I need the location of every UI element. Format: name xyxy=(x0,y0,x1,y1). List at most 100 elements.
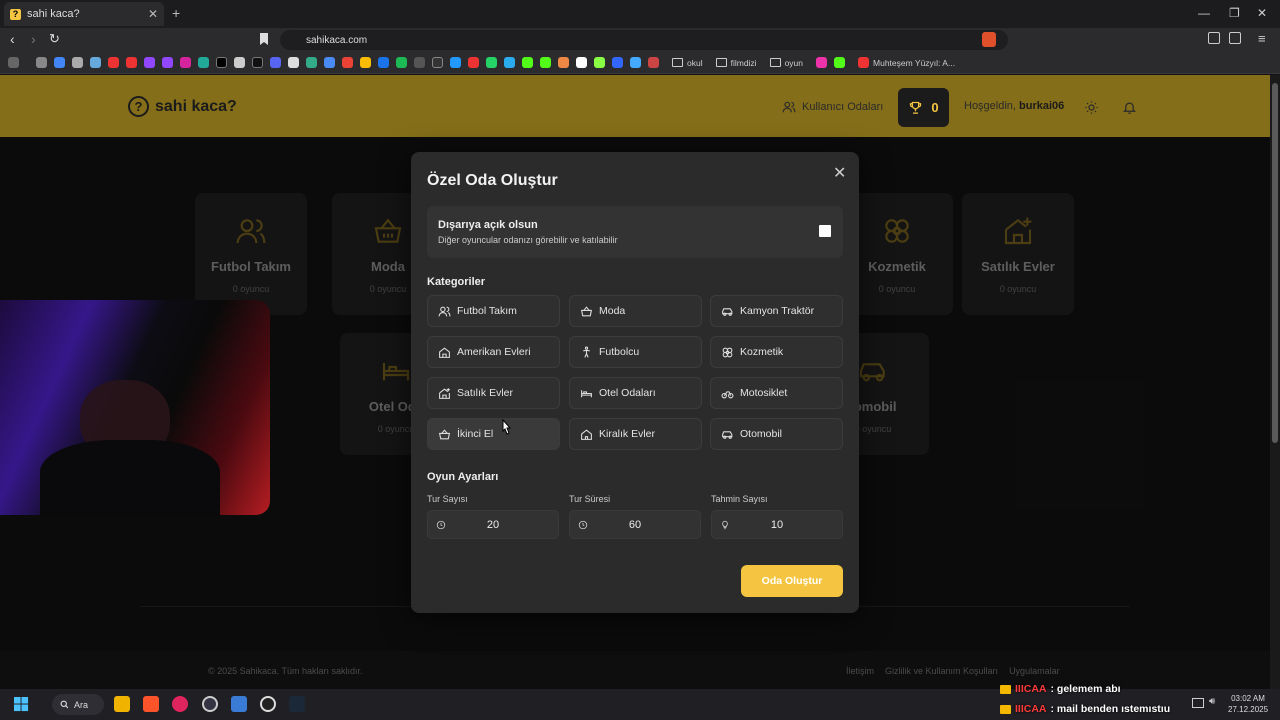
tiktok-icon[interactable] xyxy=(252,57,263,68)
category-button-otomobil[interactable]: Otomobil xyxy=(710,418,843,450)
apps-icon[interactable] xyxy=(8,57,19,68)
browser-tab-bar: ? sahi kaca? ✕ + — ❐ ✕ xyxy=(0,0,1280,28)
category-button-kiralik-evler[interactable]: Kiralık Evler xyxy=(569,418,702,450)
bookmark-last[interactable]: Muhteşem Yüzyıl: A... xyxy=(858,57,955,68)
minimize-icon[interactable]: — xyxy=(1198,6,1210,20)
bookmark-icon[interactable] xyxy=(72,57,83,68)
back-icon[interactable]: ‹ xyxy=(10,31,15,47)
bookmark-icon[interactable] xyxy=(260,33,268,45)
bookmark-icon[interactable] xyxy=(612,57,623,68)
user-rooms-link[interactable]: Kullanıcı Odaları xyxy=(782,100,883,114)
file-explorer-icon[interactable] xyxy=(114,696,130,712)
bookmark-icon[interactable] xyxy=(594,57,605,68)
instagram-icon[interactable] xyxy=(180,57,191,68)
bookmark-icon[interactable] xyxy=(378,57,389,68)
discord-icon[interactable] xyxy=(270,57,281,68)
youtube-icon[interactable] xyxy=(108,57,119,68)
bookmark-folder-okul[interactable]: okul xyxy=(672,58,703,68)
app-icon[interactable] xyxy=(202,696,218,712)
windows-start-icon[interactable] xyxy=(14,697,29,712)
extensions-icon[interactable] xyxy=(1208,32,1220,44)
kick-icon[interactable] xyxy=(540,57,551,68)
kick-icon[interactable] xyxy=(522,57,533,68)
google-icon[interactable] xyxy=(54,57,65,68)
browser-tab[interactable]: ? sahi kaca? ✕ xyxy=(4,2,164,26)
bookmark-icon[interactable] xyxy=(288,57,299,68)
bookmark-icon[interactable] xyxy=(558,57,569,68)
bell-icon[interactable] xyxy=(1122,100,1137,115)
public-checkbox[interactable] xyxy=(819,225,831,237)
bookmark-icon[interactable] xyxy=(450,57,461,68)
sidebar-icon[interactable] xyxy=(1229,32,1241,44)
menu-icon[interactable]: ≡ xyxy=(1258,31,1266,46)
bookmark-icon[interactable] xyxy=(198,57,209,68)
category-button-kamyon-traktor[interactable]: Kamyon Traktör xyxy=(710,295,843,327)
steam-icon[interactable] xyxy=(289,696,305,712)
bookmark-icon[interactable] xyxy=(576,57,587,68)
category-button-kozmetik[interactable]: Kozmetik xyxy=(710,336,843,368)
twitch-icon[interactable] xyxy=(144,57,155,68)
reload-icon[interactable]: ↻ xyxy=(49,31,60,47)
maximize-icon[interactable]: ❐ xyxy=(1229,6,1240,20)
close-icon[interactable]: ✕ xyxy=(833,163,846,183)
bookmark-icon[interactable] xyxy=(468,57,479,68)
bookmark-icon[interactable] xyxy=(324,57,335,68)
brave-shield-icon[interactable] xyxy=(982,32,996,47)
bookmark-icon[interactable] xyxy=(414,57,425,68)
bookmark-icon[interactable] xyxy=(90,57,101,68)
drive-icon[interactable] xyxy=(360,57,371,68)
github-icon[interactable] xyxy=(432,57,443,68)
volume-icon[interactable]: 🔊︎ xyxy=(1209,696,1215,707)
site-logo[interactable]: ? sahi kaca? xyxy=(128,96,237,117)
bookmark-icon[interactable] xyxy=(648,57,659,68)
display-icon[interactable] xyxy=(1192,698,1204,708)
system-clock[interactable]: 03:02 AM 27.12.2025 xyxy=(1228,693,1268,715)
close-tab-icon[interactable]: ✕ xyxy=(148,7,158,21)
bookmark-icon[interactable] xyxy=(306,57,317,68)
media-player-icon[interactable] xyxy=(172,696,188,712)
page-scrollbar[interactable] xyxy=(1270,75,1280,689)
category-button-amerikan-evleri[interactable]: Amerikan Evleri xyxy=(427,336,560,368)
youtube-icon[interactable] xyxy=(126,57,137,68)
category-button-satilik-evler[interactable]: Satılık Evler xyxy=(427,377,560,409)
spotify-icon[interactable] xyxy=(396,57,407,68)
public-toggle-box[interactable]: Dışarıya açık olsun Diğer oyuncular odan… xyxy=(427,206,843,258)
trophy-button[interactable]: 0 xyxy=(898,88,949,127)
kick-icon[interactable] xyxy=(834,57,846,68)
category-button-otel-odalari[interactable]: Otel Odaları xyxy=(569,377,702,409)
category-button-futbolcu[interactable]: Futbolcu xyxy=(569,336,702,368)
gmail-icon[interactable] xyxy=(342,57,353,68)
category-button-motosiklet[interactable]: Motosiklet xyxy=(710,377,843,409)
address-bar[interactable]: sahikaca.com xyxy=(280,30,1008,50)
scroll-thumb[interactable] xyxy=(1272,83,1278,443)
create-room-button[interactable]: Oda Oluştur xyxy=(741,565,843,597)
x-icon[interactable] xyxy=(216,57,227,68)
webcam-overlay xyxy=(0,300,270,515)
bookmark-icon[interactable] xyxy=(816,57,828,68)
duration-input[interactable]: 60 xyxy=(569,510,701,539)
telegram-icon[interactable] xyxy=(504,57,515,68)
users-icon xyxy=(438,306,451,316)
bookmark-icon[interactable] xyxy=(234,57,245,68)
twitch-icon[interactable] xyxy=(162,57,173,68)
obs-icon[interactable] xyxy=(260,696,276,712)
photos-icon[interactable] xyxy=(231,696,247,712)
history-icon[interactable] xyxy=(36,57,47,68)
forward-icon[interactable]: › xyxy=(31,31,36,47)
brave-icon[interactable] xyxy=(143,696,159,712)
bookmark-icon[interactable] xyxy=(630,57,641,68)
whatsapp-icon[interactable] xyxy=(486,57,497,68)
bookmark-folder-filmdizi[interactable]: filmdizi xyxy=(715,58,757,68)
new-tab-button[interactable]: + xyxy=(172,5,180,21)
username[interactable]: burkai06 xyxy=(1019,100,1064,112)
category-button-moda[interactable]: Moda xyxy=(569,295,702,327)
rounds-input[interactable]: 20 xyxy=(427,510,559,539)
taskbar-search[interactable]: Ara xyxy=(52,694,104,715)
guesses-input[interactable]: 10 xyxy=(711,510,843,539)
category-button-ikinci-el[interactable]: İkinci El xyxy=(427,418,560,450)
basket-icon xyxy=(438,428,451,439)
bookmark-folder-oyun[interactable]: oyun xyxy=(769,58,803,68)
sun-icon[interactable] xyxy=(1084,100,1099,115)
close-window-icon[interactable]: ✕ xyxy=(1257,6,1267,20)
category-button-futbol-takim[interactable]: Futbol Takım xyxy=(427,295,560,327)
